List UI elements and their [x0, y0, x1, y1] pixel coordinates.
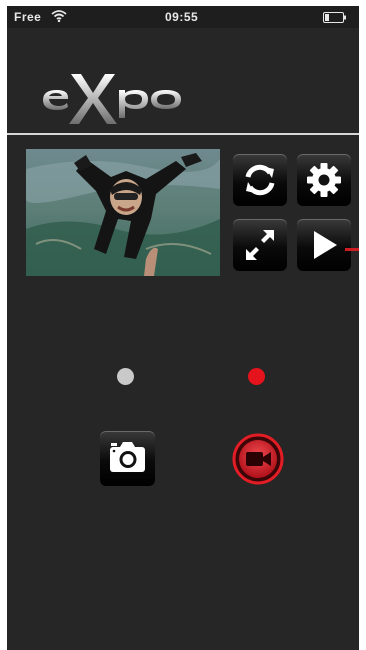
take-photo-button[interactable]: [100, 431, 155, 486]
camera-icon: [110, 442, 145, 472]
battery-icon: [323, 12, 347, 26]
refresh-button[interactable]: [233, 154, 287, 206]
fullscreen-button[interactable]: [233, 219, 287, 271]
record-video-button[interactable]: [231, 432, 285, 486]
settings-button[interactable]: [297, 154, 351, 206]
refresh-icon: [245, 164, 275, 196]
playback-button[interactable]: [297, 219, 351, 271]
video-mode-dot: [248, 368, 265, 385]
carrier-label: Free: [14, 10, 42, 24]
gear-icon: [307, 163, 341, 197]
expo-logo: [37, 68, 187, 129]
clock-time: 09:55: [165, 10, 199, 24]
header-divider: [7, 133, 359, 135]
video-camera-icon: [232, 433, 284, 485]
app-screen: Free 09:55: [7, 6, 359, 650]
wifi-icon: [51, 10, 67, 25]
fullscreen-icon: [246, 230, 274, 260]
play-icon: [314, 231, 337, 259]
status-bar: Free 09:55: [7, 6, 359, 28]
red-pointer-line: [345, 248, 359, 251]
photo-mode-dot: [117, 368, 134, 385]
live-preview-image[interactable]: [26, 149, 220, 276]
